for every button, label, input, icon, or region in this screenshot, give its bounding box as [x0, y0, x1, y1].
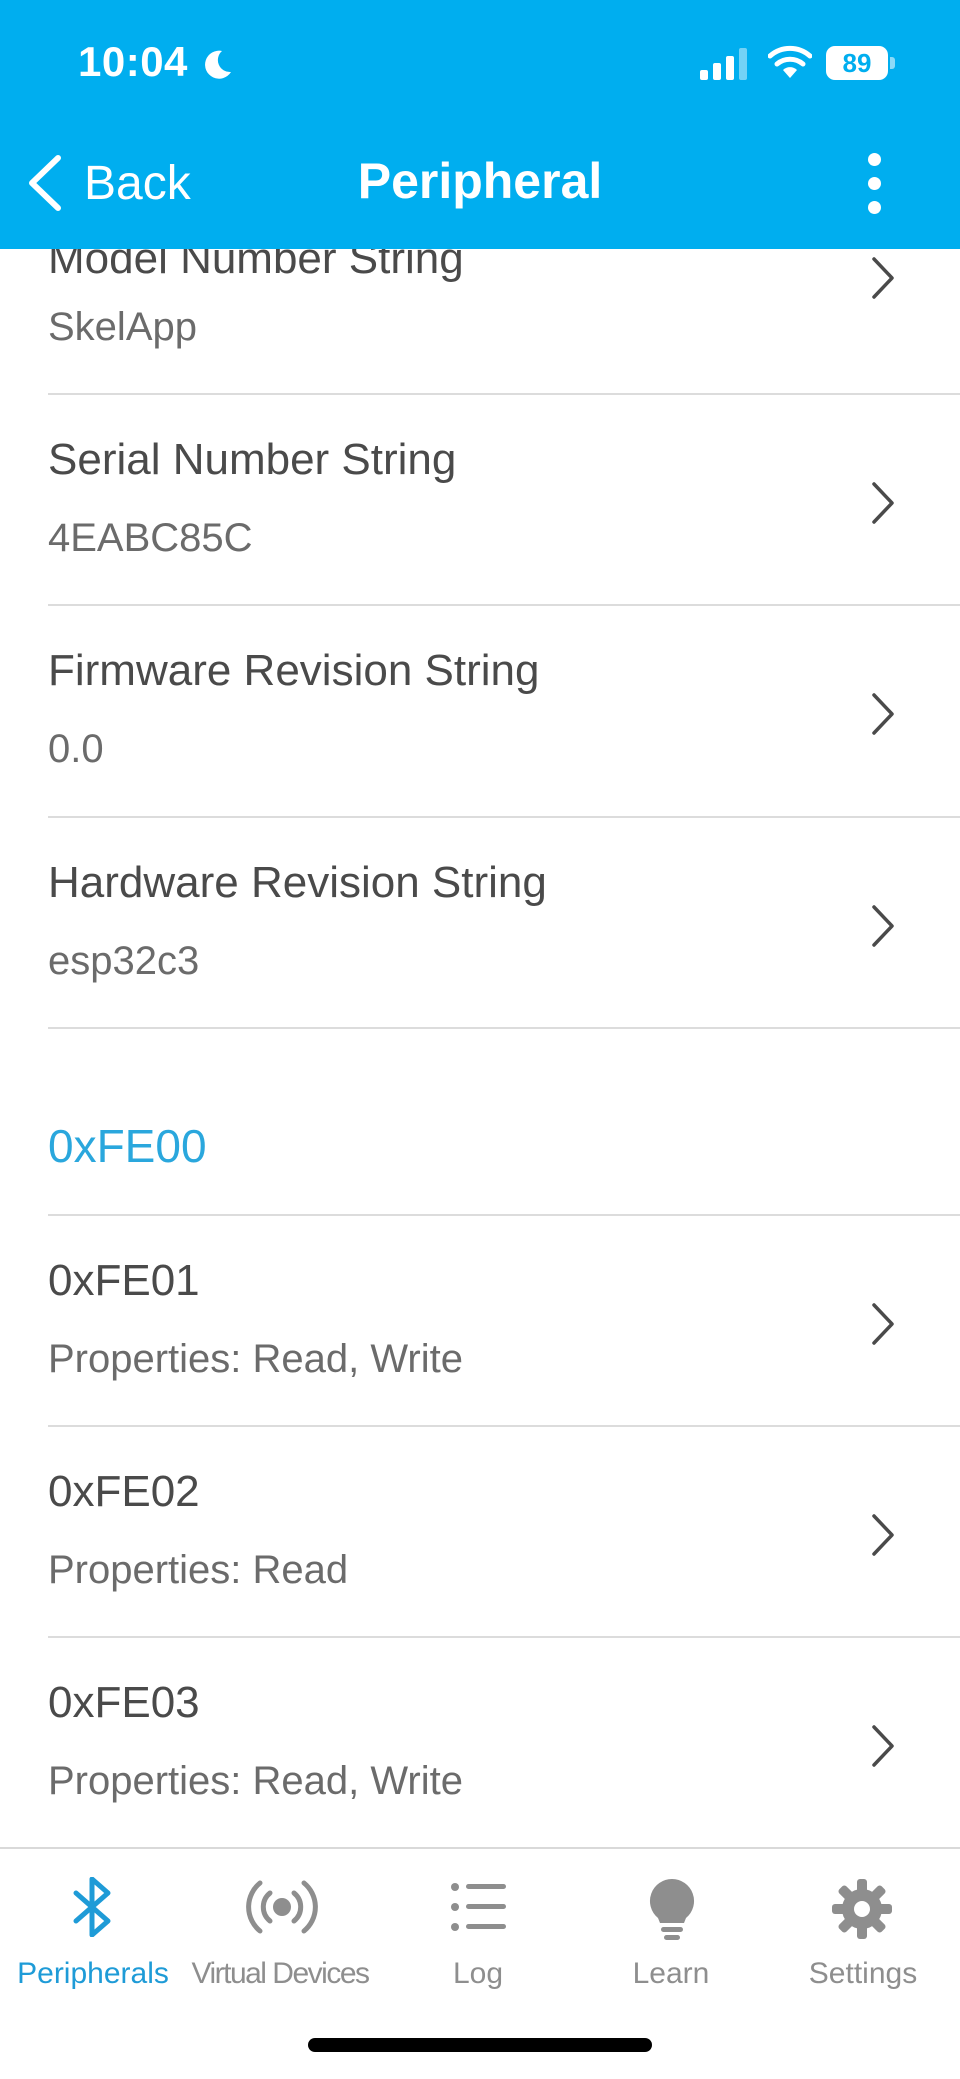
more-dot: [868, 177, 881, 190]
row-title: Hardware Revision String: [48, 858, 547, 907]
list-item-firmware-revision[interactable]: Firmware Revision String 0.0: [48, 606, 960, 816]
battery-tip: [890, 57, 895, 69]
row-value: SkelApp: [48, 305, 197, 349]
tab-label: Virtual Devices: [191, 1957, 370, 1990]
more-dot: [868, 201, 881, 214]
tab-label: Settings: [808, 1957, 918, 1990]
chevron-right-icon: [872, 1514, 894, 1556]
list-item-characteristic-fe02[interactable]: 0xFE02 Properties: Read: [48, 1427, 960, 1637]
status-time: 10:04: [78, 38, 188, 85]
moon-icon: [205, 50, 231, 79]
wifi-icon: [768, 45, 812, 78]
tab-label: Log: [452, 1957, 504, 1990]
tab-virtual-devices[interactable]: Virtual Devices: [180, 1849, 380, 2009]
tab-settings[interactable]: Settings: [766, 1849, 960, 2009]
chevron-left-icon: [29, 155, 61, 211]
screen: Model Number String SkelApp Serial Numbe…: [0, 0, 960, 2079]
list-item-hardware-revision[interactable]: Hardware Revision String esp32c3: [48, 818, 960, 1028]
row-properties: Properties: Read, Write: [48, 1337, 463, 1381]
row-title: 0xFE02: [48, 1467, 200, 1516]
chevron-right-icon: [872, 257, 894, 299]
bluetooth-icon: [73, 1877, 111, 1937]
tab-label: Peripherals: [17, 1957, 169, 1990]
row-value: esp32c3: [48, 939, 200, 983]
service-section-header: 0xFE00: [48, 1120, 207, 1172]
row-title: 0xFE03: [48, 1678, 200, 1727]
tab-log[interactable]: Log: [380, 1849, 576, 2009]
row-properties: Properties: Read: [48, 1548, 349, 1592]
chevron-right-icon: [872, 1303, 894, 1345]
battery-icon: 89: [826, 46, 896, 82]
chevron-right-icon: [872, 1725, 894, 1767]
chevron-right-icon: [872, 693, 894, 735]
list-item-serial-number[interactable]: Serial Number String 4EABC85C: [48, 395, 960, 605]
list-item-characteristic-fe01[interactable]: 0xFE01 Properties: Read, Write: [48, 1216, 960, 1426]
home-indicator: [308, 2038, 652, 2052]
more-options-button[interactable]: [852, 148, 898, 218]
gear-icon: [832, 1879, 892, 1939]
broadcast-icon: [246, 1880, 318, 1934]
tab-learn[interactable]: Learn: [576, 1849, 766, 2009]
battery-level: 89: [842, 48, 872, 78]
tab-label: Learn: [632, 1957, 710, 1990]
list-item-characteristic-fe03[interactable]: 0xFE03 Properties: Read, Write: [48, 1638, 960, 1848]
page-title: Peripheral: [357, 153, 603, 209]
tab-peripherals[interactable]: Peripherals: [0, 1849, 186, 2009]
cellular-signal-icon: [700, 48, 747, 80]
back-button[interactable]: Back: [22, 150, 191, 216]
navigation-header: 10:04 89 Back Peripheral: [0, 0, 960, 249]
list-icon: [451, 1883, 506, 1931]
divider: [48, 1027, 960, 1029]
row-properties: Properties: Read, Write: [48, 1759, 463, 1803]
row-value: 4EABC85C: [48, 516, 253, 560]
chevron-right-icon: [872, 905, 894, 947]
row-title: Firmware Revision String: [48, 646, 540, 695]
back-label: Back: [84, 156, 191, 210]
row-title: Serial Number String: [48, 435, 457, 484]
row-value: 0.0: [48, 727, 104, 771]
more-dot: [868, 153, 881, 166]
row-title: 0xFE01: [48, 1256, 200, 1305]
chevron-right-icon: [872, 482, 894, 524]
lightbulb-icon: [649, 1879, 695, 1940]
